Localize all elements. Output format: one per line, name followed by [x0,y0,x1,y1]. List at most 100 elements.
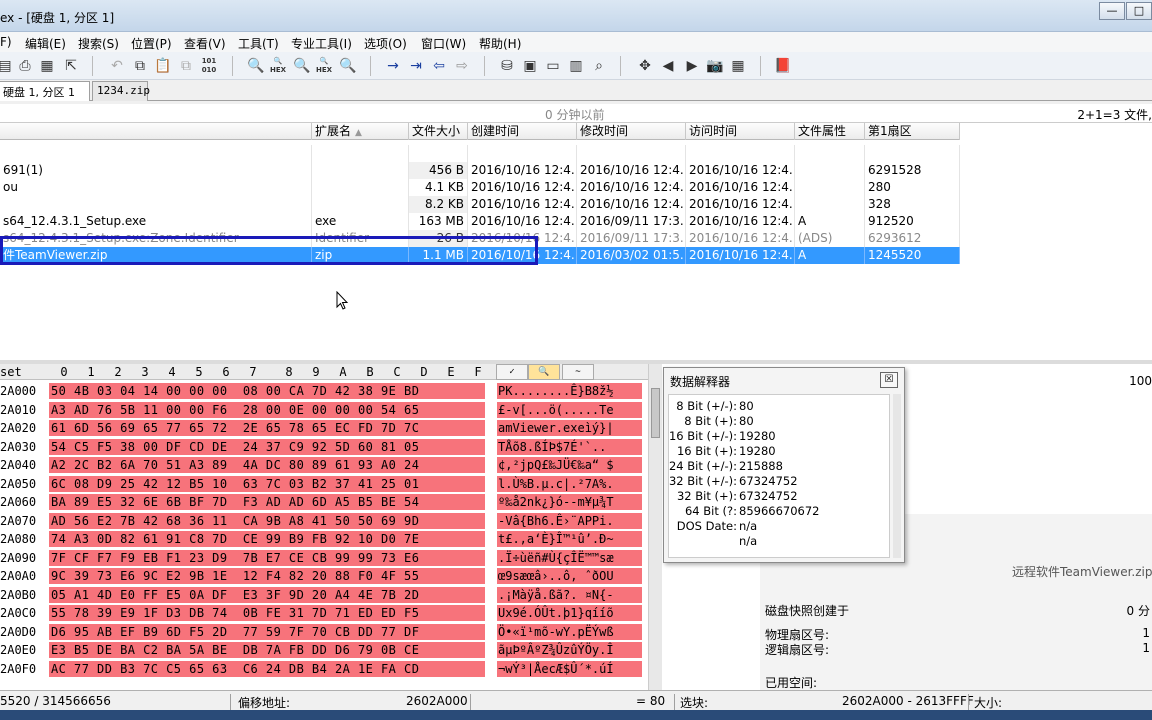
paste-icon[interactable]: 📋 [154,57,172,75]
hex-offset[interactable]: 2A0C0 [0,606,36,620]
col-modified[interactable]: 修改时间 [577,123,686,140]
hex-text[interactable]: PK........Ê}B8ž½ [497,383,642,399]
binary-icon[interactable]: 101 010 [200,57,218,75]
hex-text[interactable]: ãµÞºÂºZ¾ÛzûÝÖy.Î [497,642,642,658]
hex-bytes[interactable]: 74 A3 0D 82 61 91 C8 7D CE 99 B9 FB 92 1… [49,531,485,547]
hex-offset[interactable]: 2A0F0 [0,662,36,676]
hex-row[interactable]: 2A030 54 C5 F5 38 00 DF CD DE 24 37 C9 92… [0,438,648,456]
prev-icon[interactable]: ◀ [659,57,677,75]
hex-offset[interactable]: 2A010 [0,403,36,417]
menu-window[interactable]: 窗口(W) [421,35,466,52]
hex-scrollbar-thumb[interactable] [651,388,660,438]
hex-offset[interactable]: 2A000 [0,384,36,398]
hex-offset[interactable]: 2A080 [0,532,36,546]
hex-offset[interactable]: 2A0B0 [0,588,36,602]
calculator-icon[interactable]: ▥ [567,57,585,75]
goto-offset-icon[interactable]: → [384,57,402,75]
hex-row[interactable]: 2A020 61 6D 56 69 65 77 65 72 2E 65 78 65… [0,420,648,437]
hex-row[interactable]: 2A040 A2 2C B2 6A 70 51 A3 89 4A DC 80 89… [0,457,648,474]
find-text-icon[interactable]: 🔍 [247,57,265,75]
hex-bytes[interactable]: 55 78 39 E9 1F D3 DB 74 0B FE 31 7D 71 E… [49,605,485,621]
col-attributes[interactable]: 文件属性 [795,123,865,140]
col-extension[interactable]: 扩展名 ▲ [312,123,409,140]
grid-icon[interactable]: ▦ [729,57,747,75]
copy-icon[interactable]: ⧉ [131,57,149,75]
hex-editor-pane[interactable]: set ✓ 🔍 ~ 0 1 2 3 4 5 6 7 8 9 A B C D E F 2A000 50 4B 03… [0,364,648,690]
hex-row[interactable]: 2A050 6C 08 D9 25 42 12 B5 10 63 7C 03 B2… [0,475,648,493]
replace-text-icon[interactable]: 🔍 [293,57,311,75]
hex-text[interactable]: l.Ù%B.µ.c|.²7A%. [497,475,642,492]
hex-offset[interactable]: 2A020 [0,421,36,435]
hex-bytes[interactable]: E3 B5 DE BA C2 BA 5A BE DB 7A FB DD D6 7… [49,642,485,658]
forward-icon[interactable]: ⇨ [453,57,471,75]
maximize-button[interactable]: □ [1126,2,1152,20]
hex-row[interactable]: 2A0E0 E3 B5 DE BA C2 BA 5A BE DB 7A FB DD… [0,642,648,659]
file-row[interactable] [0,145,960,162]
print-icon[interactable]: ⎙ [16,57,34,75]
properties-icon[interactable]: ▦ [38,57,56,75]
hex-offset[interactable]: 2A030 [0,440,36,454]
col-size[interactable]: 文件大小 [409,123,468,140]
hex-bytes[interactable]: BA 89 E5 32 6E 6B BF 7D F3 AD AD 6D A5 B… [49,494,485,510]
hex-bytes[interactable]: 54 C5 F5 38 00 DF CD DE 24 37 C9 92 5D 6… [49,438,485,455]
find-toggle-button[interactable]: 🔍 [528,364,560,380]
search-icon[interactable]: ⌕ [590,57,608,75]
tab-disk-partition[interactable]: 硬盘 1, 分区 1 [0,81,90,101]
hex-text[interactable]: .Ï÷ùëñ#Ù{çÎË™™sæ [497,549,642,566]
hex-text[interactable]: -Vâ{Bh6.Ê›¨APPi. [497,512,642,529]
hex-row[interactable]: 2A0B0 05 A1 4D E0 FF E5 0A DF E3 3F 9D 20… [0,586,648,604]
export-icon[interactable]: ⇱ [62,57,80,75]
hex-bytes[interactable]: 6C 08 D9 25 42 12 B5 10 63 7C 03 B2 37 4… [49,475,485,492]
menu-file[interactable]: F) [0,35,12,49]
menu-edit[interactable]: 编辑(E) [25,35,66,52]
hex-bytes[interactable]: AD 56 E2 7B 42 68 36 11 CA 9B A8 41 50 5… [49,512,485,529]
ram-icon[interactable]: ▣ [521,57,539,75]
menu-pro-tools[interactable]: 专业工具(I) [291,35,352,52]
hex-row[interactable]: 2A080 74 A3 0D 82 61 91 C8 7D CE 99 B9 FB… [0,531,648,548]
hex-row[interactable]: 2A070 AD 56 E2 7B 42 68 36 11 CA 9B A8 41… [0,512,648,530]
next-icon[interactable]: ▶ [683,57,701,75]
file-row[interactable]: s64_12.4.3.1_Setup.exe exe 163 MB 2016/10/1… [0,213,960,230]
hex-scrollbar[interactable] [648,364,662,690]
col-name[interactable] [0,123,312,140]
hex-row[interactable]: 2A0A0 9C 39 73 E6 9C E2 9B 1E 12 F4 82 20… [0,568,648,585]
hex-text[interactable]: £-v[...ö(.....Te [497,401,642,418]
back-icon[interactable]: ⇦ [430,57,448,75]
hex-text[interactable]: .¡Màÿå.ßã?. ¤N{- [497,586,642,603]
hex-bytes[interactable]: 61 6D 56 69 65 77 65 72 2E 65 78 65 EC F… [49,420,485,436]
menu-position[interactable]: 位置(P) [131,35,172,52]
hex-row[interactable]: 2A010 A3 AD 76 5B 11 00 00 F6 28 00 0E 00… [0,401,648,419]
hex-text[interactable]: º‰å2nk¿}ó--m¥µ¾T [497,494,642,510]
hex-text[interactable]: TÅõ8.ßÍÞ$7É'`.. [497,438,642,455]
hex-offset[interactable]: 2A0D0 [0,625,36,639]
hex-bytes[interactable]: 05 A1 4D E0 FF E5 0A DF E3 3F 9D 20 A4 4… [49,586,485,603]
hex-row[interactable]: 2A0C0 55 78 39 E9 1F D3 DB 74 0B FE 31 7D… [0,605,648,622]
hex-row[interactable]: 2A090 7F CF F7 F9 EB F1 23 D9 7B E7 CE CB… [0,549,648,567]
hex-bytes[interactable]: 7F CF F7 F9 EB F1 23 D9 7B E7 CE CB 99 9… [49,549,485,566]
hex-offset[interactable]: 2A050 [0,477,36,491]
disk-icon[interactable]: ⛁ [498,57,516,75]
hex-text[interactable]: Ö•«ï¹mõ-wY.pËÝwß [497,623,642,640]
hex-row[interactable]: 2A060 BA 89 E5 32 6E 6B BF 7D F3 AD AD 6D… [0,494,648,511]
close-icon[interactable]: ☒ [880,372,898,388]
data-interpreter-window[interactable]: 数据解释器 ☒ 8 Bit (+/-): 80 8 Bit (+): 80 16 Bit… [663,367,905,563]
wave-toggle-button[interactable]: ~ [562,364,594,380]
hex-text[interactable]: œ9sæœâ›..ô‚ ˆðOU [497,568,642,584]
tab-1234-zip[interactable]: 1234.zip [92,81,150,101]
hex-row[interactable]: 2A000 50 4B 03 04 14 00 00 00 08 00 CA 7D… [0,383,648,400]
hex-bytes[interactable]: A2 2C B2 6A 70 51 A3 89 4A DC 80 89 61 9… [49,457,485,473]
col-first-sector[interactable]: 第1扇区 [865,123,960,140]
hex-bytes[interactable]: D6 95 AB EF B9 6D F5 2D 77 59 7F 70 CB D… [49,623,485,640]
file-row[interactable]: ou 4.1 KB 2016/10/16 12:4... 2016/10/16 12:… [0,179,960,196]
hex-bytes[interactable]: 9C 39 73 E6 9C E2 9B 1E 12 F4 82 20 88 F… [49,568,485,584]
hex-text[interactable]: ¬wÝ³|ÅecÆ$Û´*.úÍ [497,660,642,677]
hex-text[interactable]: amViewer.exeìý}| [497,420,642,436]
paste-special-icon[interactable]: ⧉ [177,57,195,75]
menu-tools[interactable]: 工具(T) [238,35,279,52]
hex-text[interactable]: Ux9é.ÓÛt.þ1}qííõ [497,605,642,621]
menu-view[interactable]: 查看(V) [184,35,226,52]
hex-bytes[interactable]: A3 AD 76 5B 11 00 00 F6 28 00 0E 00 00 0… [49,401,485,418]
interpreter-scrollbar[interactable] [893,394,901,558]
camera-icon[interactable]: 📷 [706,57,724,75]
menu-help[interactable]: 帮助(H) [479,35,521,52]
